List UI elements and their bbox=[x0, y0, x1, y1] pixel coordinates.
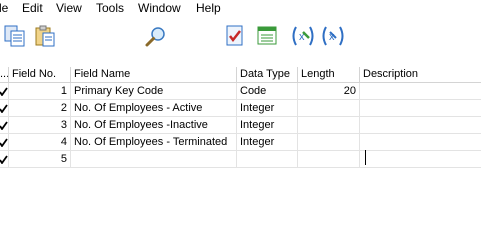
zoom-button[interactable]: x bbox=[289, 22, 317, 50]
field-no-cell[interactable]: 3 bbox=[9, 117, 71, 134]
field-grid: ... Field No. Field Name Data Type Lengt… bbox=[0, 67, 481, 249]
length-cell[interactable] bbox=[298, 117, 360, 134]
find-icon bbox=[145, 27, 165, 47]
field-no-cell[interactable]: 1 bbox=[9, 83, 71, 100]
zoom-out-icon: x bbox=[322, 26, 344, 46]
paste-icon bbox=[35, 25, 55, 47]
description-cell[interactable] bbox=[360, 151, 481, 168]
length-cell[interactable] bbox=[298, 134, 360, 151]
field-name-cell[interactable]: No. Of Employees -Inactive bbox=[71, 117, 237, 134]
checkmark-icon bbox=[0, 154, 8, 164]
find-button[interactable] bbox=[142, 22, 170, 50]
design-button[interactable] bbox=[221, 22, 249, 50]
header-data-type[interactable]: Data Type bbox=[237, 67, 298, 83]
data-type-cell[interactable]: Code bbox=[237, 83, 298, 100]
enabled-checkbox[interactable] bbox=[0, 100, 9, 117]
menu-bar: le Edit View Tools Window Help bbox=[0, 0, 481, 17]
data-type-cell[interactable]: Integer bbox=[237, 117, 298, 134]
field-no-cell[interactable]: 4 bbox=[9, 134, 71, 151]
field-name-cell[interactable] bbox=[71, 151, 237, 168]
checkmark-icon bbox=[0, 86, 8, 96]
copy-icon bbox=[4, 25, 25, 47]
table-row[interactable]: 5 bbox=[0, 151, 481, 168]
zoom-icon: x bbox=[292, 26, 314, 46]
header-description[interactable]: Description bbox=[360, 67, 481, 83]
menu-help[interactable]: Help bbox=[196, 0, 221, 17]
description-cell[interactable] bbox=[360, 117, 481, 134]
table-row[interactable]: 4 No. Of Employees - Terminated Integer bbox=[0, 134, 481, 151]
zoom-out-button[interactable]: x bbox=[319, 22, 347, 50]
menu-tools[interactable]: Tools bbox=[96, 0, 124, 17]
data-type-cell[interactable]: Integer bbox=[237, 100, 298, 117]
length-cell[interactable] bbox=[298, 151, 360, 168]
copy-button[interactable] bbox=[1, 22, 29, 50]
field-name-cell[interactable]: No. Of Employees - Active bbox=[71, 100, 237, 117]
field-no-cell[interactable]: 2 bbox=[9, 100, 71, 117]
enabled-checkbox[interactable] bbox=[0, 151, 9, 168]
enabled-checkbox[interactable] bbox=[0, 83, 9, 100]
run-button[interactable] bbox=[253, 22, 281, 50]
enabled-checkbox[interactable] bbox=[0, 134, 9, 151]
field-name-cell[interactable]: No. Of Employees - Terminated bbox=[71, 134, 237, 151]
run-icon bbox=[257, 26, 277, 45]
menu-view[interactable]: View bbox=[56, 0, 82, 17]
table-row[interactable]: 2 No. Of Employees - Active Integer bbox=[0, 100, 481, 117]
length-cell[interactable]: 20 bbox=[298, 83, 360, 100]
data-type-cell[interactable] bbox=[237, 151, 298, 168]
header-field-no[interactable]: Field No. bbox=[9, 67, 71, 83]
checkmark-icon bbox=[0, 120, 8, 130]
enabled-checkbox[interactable] bbox=[0, 117, 9, 134]
menu-edit[interactable]: Edit bbox=[22, 0, 43, 17]
table-row[interactable]: 1 Primary Key Code Code 20 bbox=[0, 83, 481, 100]
menu-file[interactable]: le bbox=[0, 0, 8, 17]
table-row[interactable]: 3 No. Of Employees -Inactive Integer bbox=[0, 117, 481, 134]
description-cell[interactable] bbox=[360, 83, 481, 100]
text-cursor bbox=[365, 150, 366, 165]
menu-window[interactable]: Window bbox=[138, 0, 181, 17]
checkmark-icon bbox=[0, 137, 8, 147]
data-type-cell[interactable]: Integer bbox=[237, 134, 298, 151]
design-icon bbox=[226, 25, 243, 46]
field-no-cell[interactable]: 5 bbox=[9, 151, 71, 168]
toolbar: x x bbox=[0, 17, 481, 63]
paste-button[interactable] bbox=[31, 22, 59, 50]
header-enabled[interactable]: ... bbox=[0, 67, 9, 83]
description-cell[interactable] bbox=[360, 100, 481, 117]
checkmark-icon bbox=[0, 103, 8, 113]
description-cell[interactable] bbox=[360, 134, 481, 151]
header-field-name[interactable]: Field Name bbox=[71, 67, 237, 83]
field-name-cell[interactable]: Primary Key Code bbox=[71, 83, 237, 100]
header-length[interactable]: Length bbox=[298, 67, 360, 83]
length-cell[interactable] bbox=[298, 100, 360, 117]
